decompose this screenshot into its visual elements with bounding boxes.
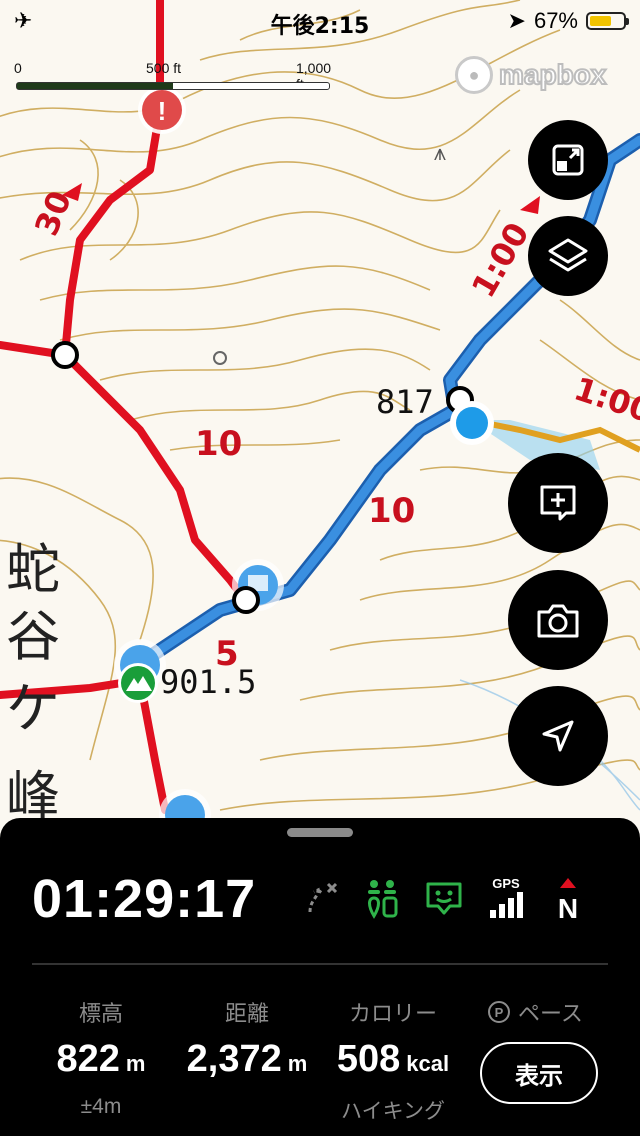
navigate-button[interactable]	[508, 686, 608, 786]
camera-icon	[537, 604, 579, 638]
warning-marker[interactable]: !	[138, 86, 186, 134]
svg-text:⩚: ⩚	[434, 140, 446, 165]
place-char-1: 蛇	[6, 538, 60, 601]
layers-icon	[548, 238, 588, 272]
status-bar: ✈ 午後2:15 ➤ 67%	[0, 0, 640, 40]
calories-stat: カロリー 508 kcal ハイキング	[322, 996, 464, 1125]
elevation-unit: m	[125, 1051, 146, 1076]
elevation-stat: 標高 822 m ±4m	[40, 996, 162, 1119]
chat-face-icon[interactable]	[424, 876, 464, 920]
pace-label: ペース	[518, 1001, 583, 1026]
summit-marker[interactable]	[118, 663, 158, 703]
location-arrow-icon: ➤	[507, 8, 526, 33]
elevation-label: 標高	[78, 1001, 123, 1026]
elevation-label-817: 817	[376, 383, 434, 421]
elevation-label-901: 901.5	[160, 663, 256, 701]
battery-icon	[586, 12, 629, 30]
current-position	[450, 401, 494, 445]
camera-button[interactable]	[508, 570, 608, 670]
drag-handle[interactable]	[287, 828, 353, 837]
route-label-10b: 10	[368, 491, 415, 531]
layers-button[interactable]	[528, 216, 608, 296]
compass-label: N	[558, 893, 578, 920]
place-char-3: ケ	[6, 677, 60, 740]
battery-percent: 67%	[533, 8, 578, 33]
distance-value: 2,372	[186, 1038, 282, 1080]
elevation-value: 822	[56, 1038, 120, 1080]
add-note-button[interactable]	[508, 453, 608, 553]
gps-signal-icon: GPS	[486, 876, 526, 920]
mapbox-wordmark: mapbox	[498, 58, 607, 91]
divider	[32, 963, 608, 965]
navigation-arrow-icon	[542, 720, 574, 752]
distance-label: 距離	[224, 1001, 269, 1026]
scale-bar: 0 500 ft 1,000 ft	[14, 60, 334, 92]
fit-bounds-button[interactable]	[528, 120, 608, 200]
pace-header: P ペース	[488, 996, 583, 1028]
activity-panel[interactable]: 01:29:17 GPS N 標高 822 m ±4m 距離 2,372 m カ…	[0, 818, 640, 1136]
svg-text:!: !	[158, 96, 167, 126]
gps-label: GPS	[492, 876, 520, 891]
battery-fill	[590, 16, 612, 26]
status-icons: GPS N	[300, 876, 588, 920]
distance-stat: 距離 2,372 m	[176, 996, 318, 1081]
pace-badge-icon: P	[488, 1001, 510, 1023]
mapbox-attribution[interactable]: ● mapbox	[455, 56, 607, 94]
mapbox-logo-icon: ●	[455, 56, 493, 94]
activity-type: ハイキング	[341, 1100, 445, 1123]
distance-unit: m	[287, 1051, 308, 1076]
elapsed-time: 01:29:17	[32, 869, 257, 929]
calories-unit: kcal	[406, 1051, 450, 1076]
compass-icon[interactable]: N	[548, 876, 588, 920]
companion-icon[interactable]	[362, 876, 402, 920]
add-note-icon	[540, 485, 576, 521]
show-pace-button[interactable]: 表示	[480, 1042, 598, 1104]
calories-value: 508	[336, 1038, 401, 1080]
scale-label-500: 500 ft	[146, 60, 182, 76]
elevation-accuracy: ±4m	[80, 1095, 122, 1118]
place-char-2: 谷	[6, 605, 60, 668]
route-label-10a: 10	[195, 424, 242, 464]
route-off-icon[interactable]	[300, 876, 340, 920]
fit-bounds-icon	[552, 144, 584, 176]
calories-label: カロリー	[348, 1001, 437, 1026]
scale-label-0: 0	[14, 60, 22, 76]
